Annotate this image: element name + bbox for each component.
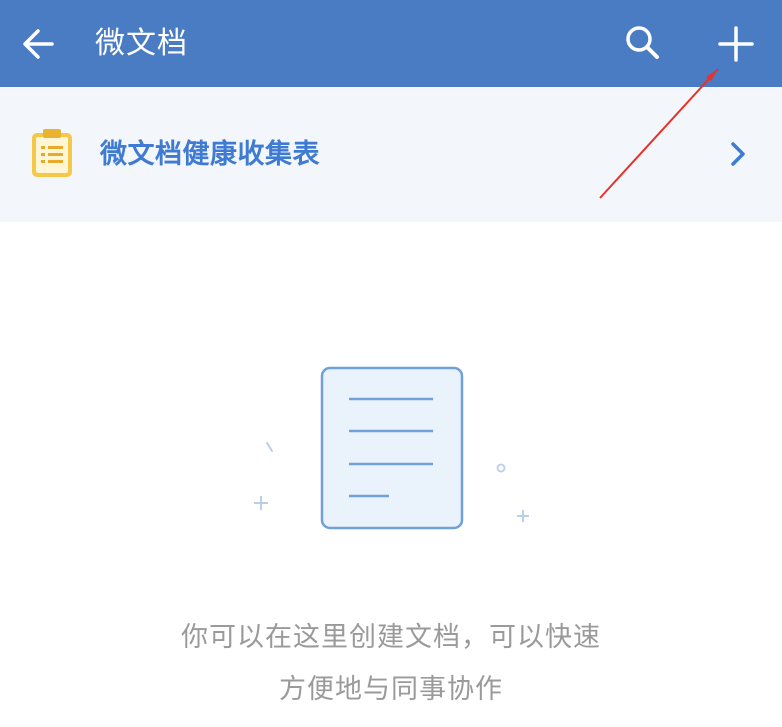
plus-icon — [718, 26, 754, 62]
empty-state-line-2: 方便地与同事协作 — [279, 674, 503, 705]
clipboard-icon — [32, 129, 72, 177]
add-document-button[interactable] — [712, 20, 760, 68]
search-button[interactable] — [620, 20, 666, 66]
pinned-document-title: 微文档健康收集表 — [100, 139, 320, 170]
top-bar: 微文档 — [0, 0, 782, 87]
empty-state-line-1: 你可以在这里创建文档，可以快速 — [181, 622, 601, 653]
arrow-left-icon — [23, 29, 54, 59]
page-title: 微文档 — [95, 26, 188, 61]
app-window: 微文档 微文档健康收集表 你可以在这里创建文档，可以快速 方便地与同事协作 — [0, 0, 782, 727]
chevron-right-icon — [731, 142, 745, 166]
document-icon — [254, 366, 529, 530]
back-button[interactable] — [18, 22, 62, 66]
empty-state-message: 你可以在这里创建文档，可以快速 方便地与同事协作 — [0, 612, 782, 716]
search-icon — [626, 26, 659, 59]
pinned-document-row[interactable]: 微文档健康收集表 — [0, 87, 782, 222]
